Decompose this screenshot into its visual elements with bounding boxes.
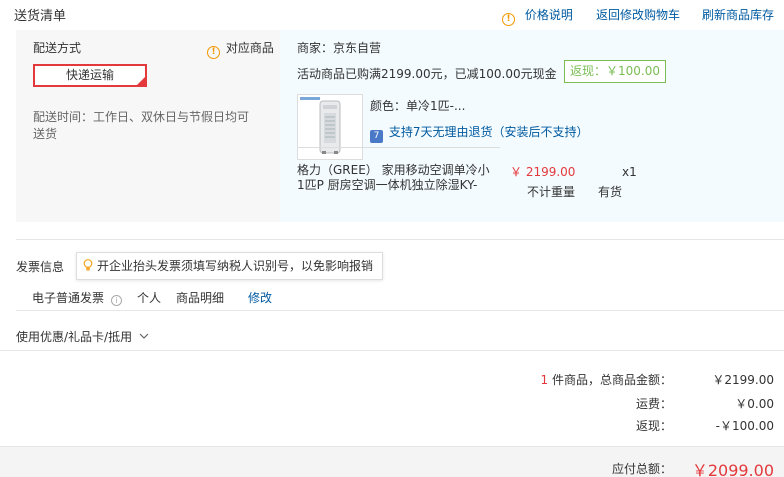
invoice-tip: 开企业抬头发票须填写纳税人识别号，以免影响报销 <box>76 252 383 280</box>
goods-count-row: 1 件商品，总商品金额： <box>541 371 672 388</box>
page-title: 送货清单 <box>14 9 67 24</box>
portable-ac-image <box>300 97 341 154</box>
goods-total: ￥2199.00 <box>712 373 774 387</box>
shipping-value: ￥0.00 <box>735 397 774 411</box>
warning-circle-icon: ! <box>207 46 220 59</box>
invoice-type-label: 电子普通发票 <box>32 291 105 305</box>
cashback-label: 返现： <box>635 419 672 433</box>
delivery-time-line2: 送货 <box>33 127 58 141</box>
warning-circle-icon: ! <box>502 13 515 26</box>
goods-count: 1 <box>540 373 549 387</box>
coupon-toggle[interactable]: 使用优惠/礼品卡/抵用 <box>16 328 149 345</box>
shipping-label: 运费： <box>635 397 672 411</box>
invoice-edit-link[interactable]: 修改 <box>248 289 272 306</box>
invoice-title: 个人 <box>137 291 162 305</box>
delivery-time-line1: 配送时间：工作日、双休日与节假日均可 <box>33 110 250 124</box>
product-color: 颜色：单冷1匹-... <box>370 99 466 113</box>
related-goods-link[interactable]: ! 对应商品 <box>207 39 274 59</box>
payable-label: 应付总额： <box>611 462 672 476</box>
product-price: ￥ 2199.00 <box>510 165 576 179</box>
product-divider <box>297 147 500 148</box>
express-shipping-option[interactable]: 快递运输 <box>33 64 147 87</box>
price-desc-link[interactable]: ! 价格说明 <box>502 6 573 26</box>
cashback-value: -￥100.00 <box>715 419 774 433</box>
section-divider <box>16 239 784 240</box>
price-desc-label: 价格说明 <box>524 8 573 22</box>
product-stock: 有货 <box>598 185 623 199</box>
promo-text: 活动商品已购满2199.00元，已减100.00元现金 <box>297 67 557 81</box>
invoice-content: 商品明细 <box>176 291 225 305</box>
return-policy: 7 支持7天无理由退货（安装后不支持） <box>370 123 588 143</box>
payable-value: ￥2099.00 <box>691 461 774 477</box>
related-goods-label: 对应商品 <box>225 41 274 55</box>
section-divider <box>0 350 784 351</box>
delivery-method-label: 配送方式 <box>33 41 82 55</box>
lightbulb-icon <box>83 259 93 271</box>
refresh-stock-link[interactable]: 刷新商品库存 <box>702 6 774 23</box>
seven-day-return-icon: 7 <box>370 130 383 143</box>
back-to-cart-link[interactable]: 返回修改购物车 <box>596 6 680 23</box>
section-divider <box>16 310 784 311</box>
chevron-down-icon <box>139 333 149 339</box>
goods-count-label: 件商品，总商品金额： <box>551 373 672 387</box>
return-policy-label: 支持7天无理由退货（安装后不支持） <box>388 125 589 139</box>
cashback-badge: 返现：￥100.00 <box>564 60 666 83</box>
invoice-label: 发票信息 <box>16 260 65 274</box>
invoice-type: 电子普通发票 i <box>32 289 122 306</box>
invoice-tip-text: 开企业抬头发票须填写纳税人识别号，以免影响报销 <box>97 259 374 273</box>
product-quantity: x1 <box>622 165 637 179</box>
product-image[interactable] <box>297 94 363 160</box>
product-weight: 不计重量 <box>527 185 576 199</box>
product-name-line2[interactable]: 1匹P 厨房空调一体机独立除湿KY- <box>297 176 477 193</box>
info-icon[interactable]: i <box>110 295 122 306</box>
merchant-name: 商家：京东自营 <box>297 41 382 55</box>
coupon-label: 使用优惠/礼品卡/抵用 <box>16 330 133 344</box>
